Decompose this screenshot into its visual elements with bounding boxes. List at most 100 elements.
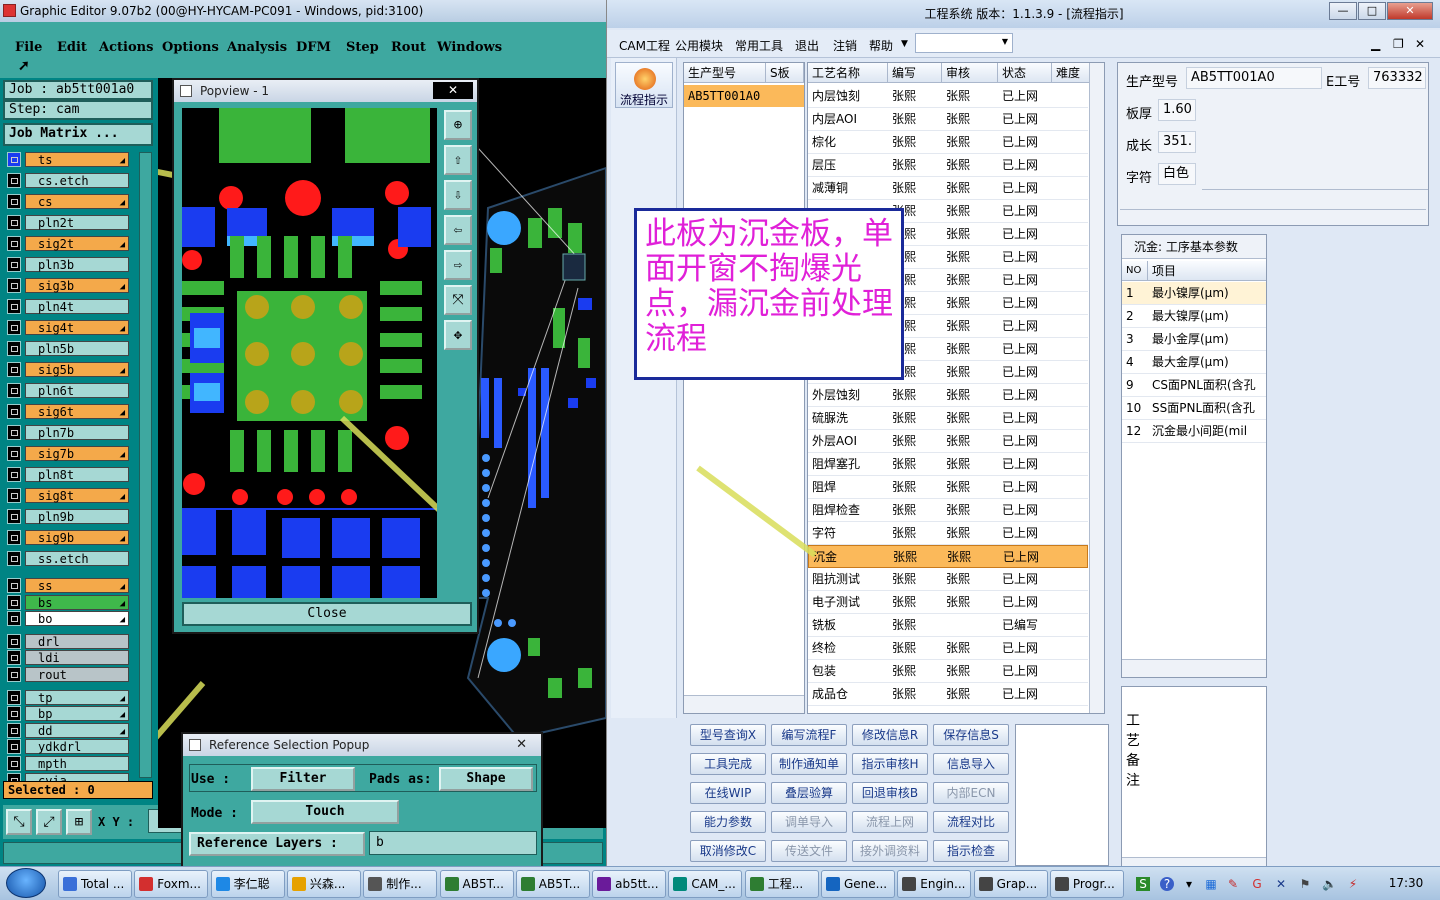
layer-name[interactable]: mpth xyxy=(25,756,129,771)
action-button[interactable]: 指示检查 xyxy=(933,840,1009,862)
menu-exit[interactable]: 退出 xyxy=(795,37,819,54)
pads-as-dropdown[interactable]: Shape xyxy=(439,767,533,791)
genesis-title-bar[interactable]: Graphic Editor 9.07b2 (00@HY-HYCAM-PC091… xyxy=(0,0,606,22)
process-notes[interactable]: 工艺备注 xyxy=(1121,686,1267,867)
layer-row[interactable]: pln8t xyxy=(7,467,129,482)
status-header[interactable]: 状态 xyxy=(998,63,1052,83)
zoom-in-icon[interactable]: ⊕ xyxy=(444,110,472,140)
layer-row[interactable]: sig4t ◢ xyxy=(7,320,129,335)
taskbar-item[interactable]: AB5T... xyxy=(439,870,514,898)
grid-icon[interactable]: ⊞ xyxy=(66,809,92,835)
layer-name[interactable]: sig9b ◢ xyxy=(25,530,129,545)
part-list-hscroll[interactable] xyxy=(684,695,804,713)
process-row[interactable]: 减薄铜 张熙 张熙 已上网 xyxy=(808,177,1088,200)
layer-name[interactable]: ydkdrl xyxy=(25,739,129,755)
info-hscroll[interactable] xyxy=(1120,209,1426,225)
layer-row[interactable]: pln4t xyxy=(7,299,129,314)
tray-flag-icon[interactable]: ⚑ xyxy=(1298,877,1312,891)
process-row[interactable]: 成品仓 张熙 张熙 已上网 xyxy=(808,683,1088,706)
layer-checkbox[interactable] xyxy=(7,551,21,566)
layer-row[interactable]: bo ◢ xyxy=(7,611,129,627)
volume-icon[interactable]: 🔈 xyxy=(1322,877,1337,891)
layer-name[interactable]: sig8t ◢ xyxy=(25,488,129,503)
pan-down-icon[interactable]: ⇩ xyxy=(444,180,472,210)
toolbar-combo[interactable]: ▼ xyxy=(915,33,1013,53)
menu-cam[interactable]: CAM工程 xyxy=(619,37,670,54)
layer-checkbox[interactable] xyxy=(7,152,21,167)
process-row[interactable]: 字符 张熙 张熙 已上网 xyxy=(808,522,1088,545)
layer-row[interactable]: cs.etch xyxy=(7,173,129,188)
layer-name[interactable]: cs.etch xyxy=(25,173,129,188)
writer-header[interactable]: 编写 xyxy=(888,63,942,83)
layer-checkbox[interactable] xyxy=(7,215,21,230)
layer-row[interactable]: sig9b ◢ xyxy=(7,530,129,545)
taskbar-item[interactable]: Foxm... xyxy=(134,870,209,898)
layer-name[interactable]: pln8t xyxy=(25,467,129,482)
layer-name[interactable]: ss.etch xyxy=(25,551,129,566)
difficulty-header[interactable]: 难度 xyxy=(1052,63,1090,83)
taskbar-item[interactable]: 制作... xyxy=(363,870,438,898)
layer-row[interactable]: ts ◢ xyxy=(7,152,129,167)
tray-app-icon[interactable]: S xyxy=(1136,877,1150,891)
pan-right-icon[interactable]: ⇨ xyxy=(444,250,472,280)
layer-checkbox[interactable] xyxy=(7,530,21,545)
layer-name[interactable]: sig2t ◢ xyxy=(25,236,129,251)
layer-row[interactable]: pln5b xyxy=(7,341,129,356)
action-button[interactable]: 叠层验算 xyxy=(771,782,847,804)
process-row[interactable]: 阻焊塞孔 张熙 张熙 已上网 xyxy=(808,453,1088,476)
layer-checkbox[interactable] xyxy=(7,756,21,771)
process-row[interactable]: 棕化 张熙 张熙 已上网 xyxy=(808,131,1088,154)
tray-tool-icon[interactable]: ✎ xyxy=(1226,877,1240,891)
minimize-icon[interactable]: — xyxy=(1329,2,1357,20)
action-button[interactable]: 保存信息S xyxy=(933,724,1009,746)
menu-logout[interactable]: 注销 xyxy=(833,37,857,54)
layer-name[interactable]: bo ◢ xyxy=(25,611,129,627)
layer-row[interactable]: pln9b xyxy=(7,509,129,524)
action-button[interactable]: 流程上网 xyxy=(852,811,928,833)
taskbar-item[interactable]: Grap... xyxy=(973,870,1048,898)
taskbar-item[interactable]: CAM_... xyxy=(668,870,743,898)
layer-checkbox[interactable] xyxy=(7,467,21,482)
layer-row[interactable]: sig6t ◢ xyxy=(7,404,129,419)
info-inner-hscroll[interactable] xyxy=(1202,189,1428,205)
action-button[interactable]: 调单导入 xyxy=(771,811,847,833)
layer-checkbox[interactable] xyxy=(7,404,21,419)
layer-checkbox[interactable] xyxy=(7,594,21,610)
action-button[interactable]: 内部ECN xyxy=(933,782,1009,804)
layer-checkbox[interactable] xyxy=(7,509,21,524)
job-field[interactable]: Job : ab5tt001a0 xyxy=(3,80,153,100)
taskbar-item[interactable]: Engin... xyxy=(897,870,972,898)
cam-title-bar[interactable]: 工程系统 版本：1.1.3.9 - [流程指示] — □ ✕ xyxy=(607,0,1440,28)
layer-checkbox[interactable] xyxy=(7,722,21,738)
layer-row[interactable]: bp ◢ xyxy=(7,706,129,722)
param-row[interactable]: 9 CS面PNL面积(含孔 xyxy=(1122,374,1266,397)
param-row[interactable]: 2 最大镍厚(μm) xyxy=(1122,305,1266,328)
menu-analysis[interactable]: Analysis xyxy=(227,40,287,55)
popview-title-bar[interactable]: Popview - 1 ✕ xyxy=(174,80,477,102)
layer-row[interactable]: cs ◢ xyxy=(7,194,129,209)
popview-close-button[interactable]: Close xyxy=(182,602,472,626)
menu-actions[interactable]: Actions xyxy=(99,40,153,55)
layer-checkbox[interactable] xyxy=(7,236,21,251)
s-board-header[interactable]: S板 xyxy=(766,63,804,83)
taskbar-item[interactable]: Total ... xyxy=(58,870,132,898)
close-icon[interactable]: ✕ xyxy=(516,734,527,756)
item-header[interactable]: 项目 xyxy=(1148,261,1266,281)
action-button[interactable]: 编写流程F xyxy=(771,724,847,746)
layer-row[interactable]: dd ◢ xyxy=(7,722,129,738)
zoom-home-icon[interactable]: ⤧ xyxy=(444,285,472,315)
layer-name[interactable]: pln9b xyxy=(25,509,129,524)
clock[interactable]: 17:30 xyxy=(1378,868,1434,898)
menu-file[interactable]: File xyxy=(15,40,42,55)
reference-layers-button[interactable]: Reference Layers : xyxy=(189,832,365,856)
process-row[interactable]: 铣板 张熙 已编写 xyxy=(808,614,1088,637)
layer-name[interactable]: bp ◢ xyxy=(25,706,129,722)
layer-list-scrollbar[interactable] xyxy=(139,152,152,778)
action-button[interactable]: 流程对比 xyxy=(933,811,1009,833)
menu-windows[interactable]: Windows xyxy=(437,40,502,55)
layer-row[interactable]: bs ◢ xyxy=(7,594,129,610)
layer-name[interactable]: sig3b ◢ xyxy=(25,278,129,293)
menu-options[interactable]: Options xyxy=(162,40,219,55)
menu-dfm[interactable]: DFM xyxy=(296,40,331,55)
taskbar-item[interactable]: ab5tt... xyxy=(592,870,667,898)
